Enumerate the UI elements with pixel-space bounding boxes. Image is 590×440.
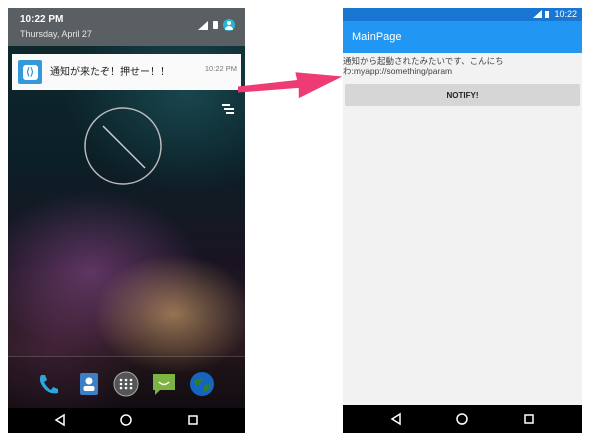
lockscreen-phone: 10:22 PM Thursday, April 27 ⟨⟩ 通知が来たぞ！押せ… [8, 8, 245, 433]
status-date: Thursday, April 27 [20, 29, 92, 39]
nav-bar [8, 408, 245, 433]
back-icon[interactable] [389, 412, 403, 426]
xamarin-icon: ⟨⟩ [18, 60, 42, 84]
battery-icon [213, 21, 218, 29]
contacts-icon[interactable] [76, 371, 102, 397]
phone-icon[interactable] [35, 371, 61, 397]
signal-icon [533, 10, 542, 18]
account-icon[interactable] [223, 19, 235, 31]
notification-title: 通知が来たぞ！押せー！！ [50, 67, 170, 78]
menu-icon[interactable] [222, 104, 234, 116]
back-icon[interactable] [53, 413, 67, 427]
status-time: 10:22 [554, 9, 577, 19]
dock [8, 356, 245, 409]
browser-icon[interactable] [189, 371, 215, 397]
page-title: MainPage [352, 31, 402, 43]
status-time: 10:22 PM [20, 14, 64, 25]
battery-icon [545, 10, 549, 18]
notification-time: 10:22 PM [204, 64, 237, 73]
signal-icon [198, 20, 208, 30]
messaging-icon[interactable] [151, 371, 177, 397]
status-icons [533, 10, 549, 18]
home-icon[interactable] [455, 412, 469, 426]
home-icon[interactable] [119, 413, 133, 427]
notification-shade-header: 10:22 PM Thursday, April 27 [8, 8, 245, 46]
arrow-icon [238, 72, 343, 99]
recents-icon[interactable] [522, 412, 536, 426]
launch-message: 通知から起動されたみたいです、こんにちわ:myapp://something/p… [343, 56, 504, 76]
notify-button[interactable]: NOTIFY! [345, 84, 580, 106]
apps-icon[interactable] [113, 371, 139, 397]
analog-clock-widget[interactable] [83, 106, 163, 186]
status-bar: 10:22 [343, 8, 582, 21]
app-phone: 10:22 MainPage 通知から起動されたみたいです、こんにちわ:myap… [343, 8, 582, 433]
nav-bar [343, 405, 582, 433]
app-bar: MainPage [343, 21, 582, 53]
recents-icon[interactable] [186, 413, 200, 427]
status-icons [198, 19, 235, 31]
notification-card[interactable]: ⟨⟩ 通知が来たぞ！押せー！！ 10:22 PM [12, 54, 241, 90]
